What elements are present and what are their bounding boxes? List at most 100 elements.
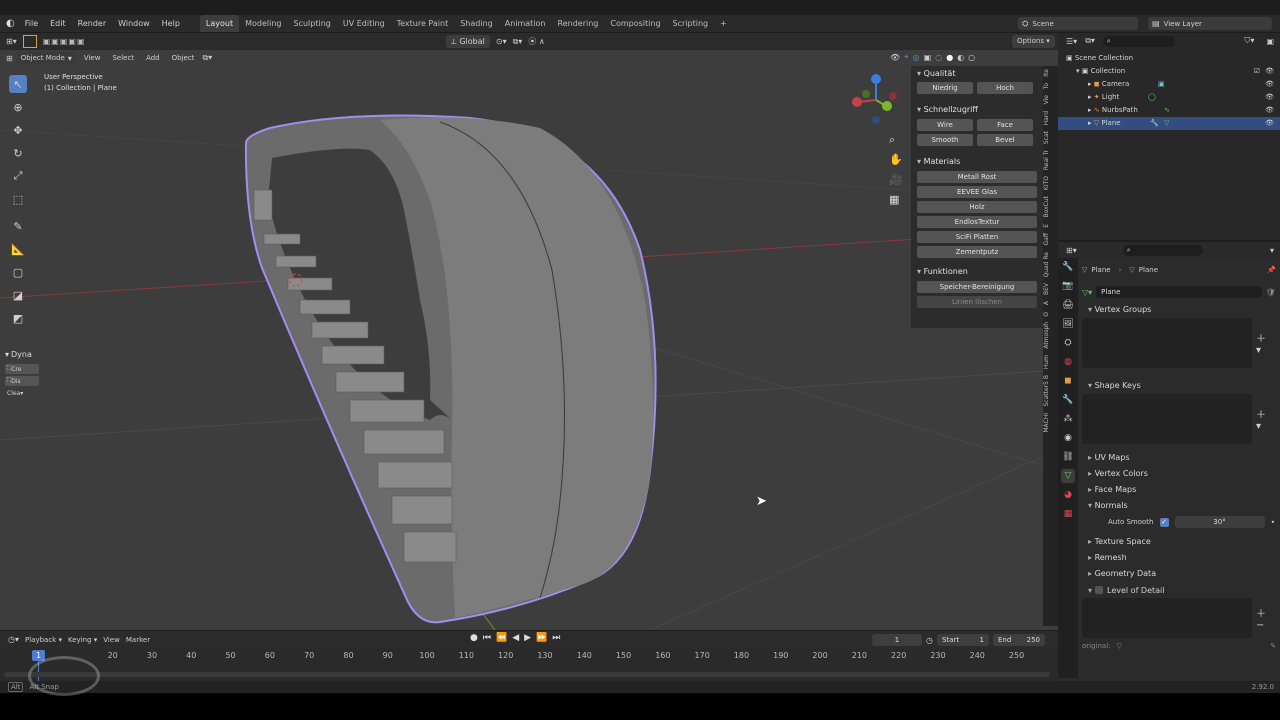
outliner-search-input[interactable]: ⌕ <box>1102 35 1175 47</box>
select-tool-icon[interactable]: ↖ <box>9 75 27 93</box>
proportional-icon[interactable]: ⦿ ∧ <box>528 36 544 47</box>
shading-material-icon[interactable]: ◐ <box>957 53 964 62</box>
end-frame-field[interactable]: End 250 <box>992 634 1045 646</box>
play-reverse-icon[interactable]: ◀ <box>512 633 519 643</box>
pivot-icon[interactable]: ⊙▾ <box>496 37 507 46</box>
current-frame-field[interactable]: 1 <box>872 634 922 646</box>
sidebar-tab-o[interactable]: O <box>1043 309 1050 320</box>
quality-low-button[interactable]: Niedrig <box>917 82 973 94</box>
eye-icon[interactable]: 👁 <box>1265 65 1274 78</box>
outliner-item-camera[interactable]: ▸ ◼ Camera ▣ 👁 <box>1058 78 1280 91</box>
view-layer-selector[interactable]: ▤ View Layer <box>1148 17 1272 30</box>
section-vertex-groups[interactable]: Vertex Groups <box>1082 302 1276 318</box>
section-texture-space[interactable]: Texture Space <box>1082 534 1276 550</box>
jump-end-icon[interactable]: ⏭ <box>552 633 560 643</box>
options-dropdown[interactable]: Options ▾ <box>1012 35 1055 48</box>
auto-smooth-checkbox[interactable]: ✓ <box>1159 517 1169 527</box>
start-frame-field[interactable]: Start 1 <box>936 634 989 646</box>
linien-loeschen-button[interactable]: Linien löschen <box>917 296 1037 308</box>
constraint-props-icon[interactable]: ⛓ <box>1061 450 1075 464</box>
eyedropper-icon[interactable]: ✎ <box>1270 642 1276 650</box>
shape-keys-list[interactable] <box>1082 394 1252 444</box>
section-vertex-colors[interactable]: Vertex Colors <box>1082 466 1276 482</box>
outliner-item-nurbspath[interactable]: ▸ ∿ NurbsPath ∿ 👁 <box>1058 104 1280 117</box>
pin-icon[interactable]: 📌 <box>1267 266 1276 274</box>
eye-icon[interactable]: 👁 <box>1265 104 1274 117</box>
move-tool-icon[interactable]: ✥ <box>9 121 27 139</box>
sidebar-tab-scatter5[interactable]: Scatter5 B <box>1043 372 1050 410</box>
sidebar-tab-kito[interactable]: KITO <box>1043 173 1050 193</box>
tab-animation[interactable]: Animation <box>499 15 552 32</box>
viewport-menu-select[interactable]: Select <box>108 54 138 62</box>
timeline-editor-icon[interactable]: ◷▾ <box>8 635 19 644</box>
tab-sculpting[interactable]: Sculpting <box>288 15 337 32</box>
ortho-grid-icon[interactable]: ▦ <box>889 190 903 210</box>
mesh-name-field[interactable]: Plane <box>1096 286 1262 298</box>
timeline-menu-view[interactable]: View <box>103 636 120 644</box>
viewport-menu-add[interactable]: Add <box>142 54 164 62</box>
material-metall-rost-button[interactable]: Metall Rost <box>917 171 1037 183</box>
camera-view-icon[interactable]: 🎥 <box>889 170 903 190</box>
gizmo-toggle-icon[interactable]: ⧉▾ <box>202 53 212 63</box>
prev-keyframe-icon[interactable]: ⏪ <box>496 633 507 643</box>
section-shape-keys[interactable]: Shape Keys <box>1082 378 1276 394</box>
outliner-scene-collection[interactable]: ▣ Scene Collection <box>1058 52 1280 65</box>
next-keyframe-icon[interactable]: ⏩ <box>536 633 547 643</box>
add-shape-key-icon[interactable]: ＋ ▾ <box>1256 406 1266 432</box>
modifier-props-icon[interactable]: 🔧 <box>1061 393 1075 407</box>
sidebar-tab-item[interactable]: Ite <box>1043 66 1050 80</box>
menu-help[interactable]: Help <box>156 15 186 32</box>
section-qualitaet[interactable]: Qualität <box>911 66 1043 81</box>
properties-editor-icon[interactable]: ⊞▾ <box>1066 246 1077 255</box>
visibility-icon[interactable]: 👁 <box>890 53 900 62</box>
rotate-tool-icon[interactable]: ↻ <box>9 144 27 162</box>
keyframe-dot-icon[interactable]: • <box>1271 518 1276 527</box>
shading-rendered-icon[interactable]: ○ <box>968 53 975 62</box>
viewport-menu-object[interactable]: Object <box>168 54 199 62</box>
texture-props-icon[interactable]: ▦ <box>1061 507 1075 521</box>
section-uv-maps[interactable]: UV Maps <box>1082 450 1276 466</box>
eye-icon[interactable]: 👁 <box>1265 91 1274 104</box>
section-level-of-detail[interactable]: ▾ Level of Detail <box>1082 582 1276 598</box>
add-vertex-group-icon[interactable]: ＋ ▾ <box>1256 330 1266 356</box>
measure-tool-icon[interactable]: 📐 <box>9 240 27 258</box>
face-button[interactable]: Face <box>977 119 1033 131</box>
zoom-icon[interactable]: ⌕ <box>889 130 903 150</box>
speicher-bereinigung-button[interactable]: Speicher-Bereinigung <box>917 281 1037 293</box>
scene-selector[interactable]: ⛭ Scene <box>1018 17 1138 30</box>
select-box-icon[interactable] <box>22 35 37 48</box>
object-props-icon[interactable]: ◼ <box>1061 374 1075 388</box>
tab-scripting[interactable]: Scripting <box>667 15 715 32</box>
tab-compositing[interactable]: Compositing <box>604 15 666 32</box>
outliner-collection[interactable]: ▾ ▣ Collection ☑ 👁 <box>1058 65 1280 78</box>
section-normals[interactable]: Normals <box>1082 498 1276 514</box>
sidebar-tab-e[interactable]: E <box>1043 221 1050 231</box>
select-mode-icons[interactable]: ▣▣▣▣▣ <box>43 37 86 46</box>
output-props-icon[interactable]: 🖨 <box>1061 298 1075 312</box>
tab-modeling[interactable]: Modeling <box>239 15 287 32</box>
sidebar-tab-boxcut[interactable]: BoxCut <box>1043 193 1050 221</box>
annotate-tool-icon[interactable]: ✎ <box>9 217 27 235</box>
play-icon[interactable]: ▶ <box>524 633 531 643</box>
sidebar-tab-machi[interactable]: MACHI <box>1043 410 1050 436</box>
shading-wire-icon[interactable]: ◌ <box>935 53 942 62</box>
timeline-menu-playback[interactable]: Playback ▾ <box>25 636 62 644</box>
dyna-clean-button[interactable]: Clea ▾ <box>5 388 39 398</box>
filter-icon[interactable]: ⛉▾ <box>1244 36 1254 46</box>
lod-checkbox[interactable] <box>1095 586 1104 594</box>
timeline-scrollbar[interactable] <box>4 672 1050 677</box>
material-zementputz-button[interactable]: Zementputz <box>917 246 1037 258</box>
tab-texture-paint[interactable]: Texture Paint <box>391 15 455 32</box>
jump-start-icon[interactable]: ⏮ <box>483 633 491 643</box>
menu-edit[interactable]: Edit <box>44 15 72 32</box>
section-remesh[interactable]: Remesh <box>1082 550 1276 566</box>
wire-button[interactable]: Wire <box>917 119 973 131</box>
view-layer-props-icon[interactable]: 🖼 <box>1061 317 1075 331</box>
record-icon[interactable]: ● <box>470 633 478 643</box>
viewport-editor-icon[interactable]: ⊞ <box>6 54 13 63</box>
vertex-groups-list[interactable] <box>1082 318 1252 368</box>
material-eevee-glas-button[interactable]: EEVEE Glas <box>917 186 1037 198</box>
transform-tool-icon[interactable]: ⬚ <box>9 190 27 208</box>
add-cube-tool-icon[interactable]: ▢ <box>9 263 27 281</box>
timeline-menu-marker[interactable]: Marker <box>126 636 150 644</box>
